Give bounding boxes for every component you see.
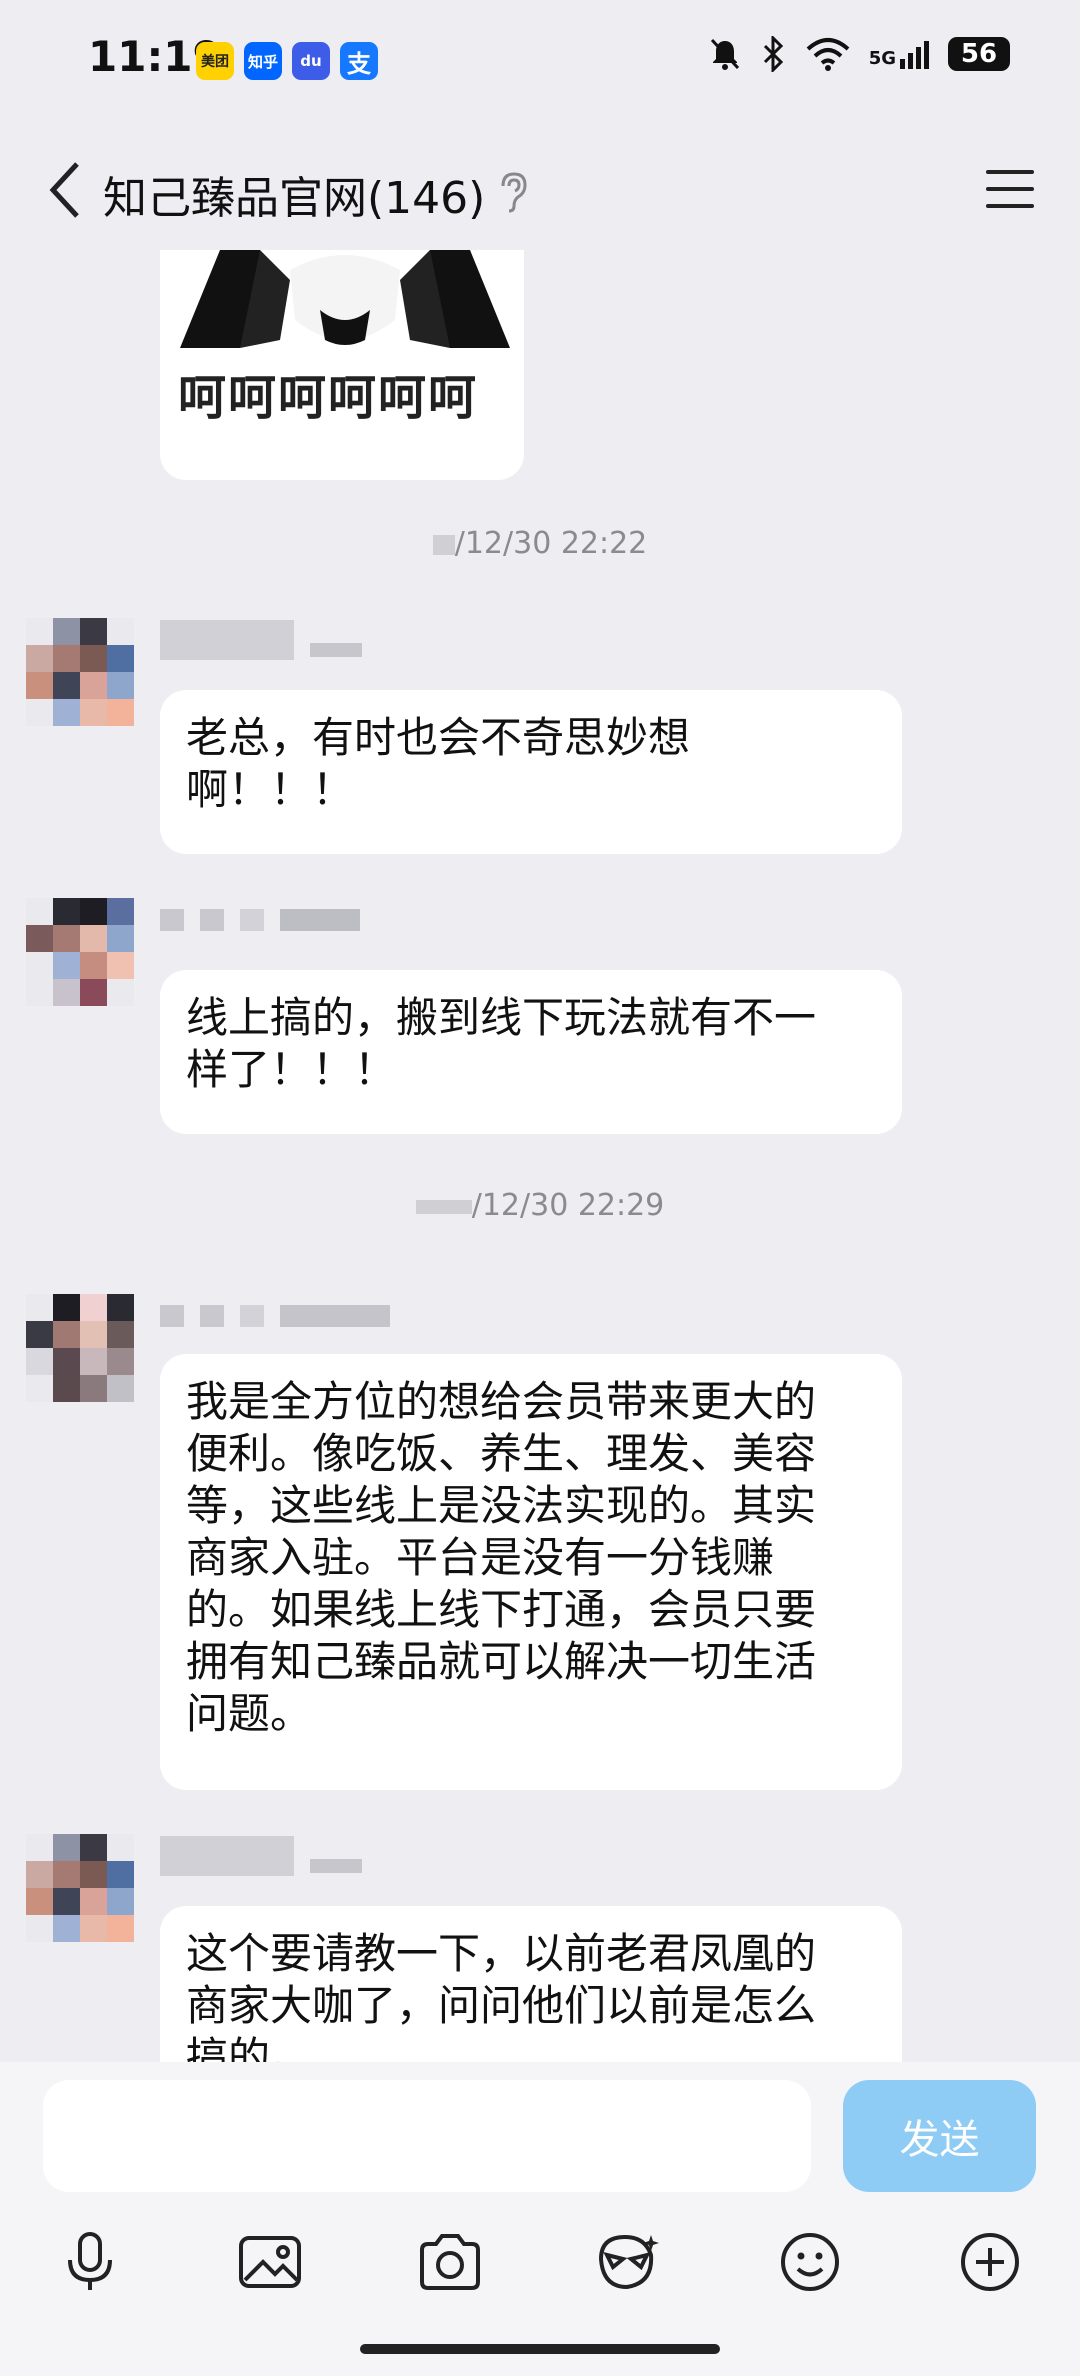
camera-icon bbox=[420, 2234, 480, 2290]
sticker-button[interactable] bbox=[588, 2222, 668, 2302]
bluetooth-icon bbox=[763, 36, 783, 72]
plus-icon bbox=[961, 2233, 1019, 2291]
input-panel: 发送 bbox=[0, 2062, 1080, 2376]
image-icon bbox=[239, 2236, 301, 2288]
battery-icon: 56 bbox=[948, 37, 1010, 71]
baidu-icon: du bbox=[292, 42, 330, 80]
send-button[interactable]: 发送 bbox=[843, 2080, 1036, 2192]
message-bubble[interactable]: 我是全方位的想给会员带来更大的 便利。像吃饭、养生、理发、美容 等，这些线上是没… bbox=[160, 1354, 902, 1790]
chat-title[interactable]: 知己臻品官网(146) bbox=[103, 162, 485, 226]
sticker-icon bbox=[598, 2234, 659, 2290]
timestamp-text: /12/30 22:29 bbox=[471, 1188, 665, 1223]
timestamp-text: /12/30 22:22 bbox=[454, 526, 648, 561]
blurred-date bbox=[415, 1199, 472, 1214]
message-input[interactable] bbox=[43, 2080, 811, 2192]
ear-icon[interactable] bbox=[495, 170, 531, 214]
system-status: 5G 56 bbox=[707, 36, 1010, 72]
home-indicator[interactable] bbox=[360, 2344, 720, 2354]
avatar[interactable] bbox=[26, 898, 134, 1006]
chat-header: 知己臻品官网(146) bbox=[0, 130, 1080, 250]
camera-button[interactable] bbox=[410, 2222, 490, 2302]
notification-icons: 美团 知乎 du 支 bbox=[196, 42, 378, 80]
sticker-caption: 呵呵呵呵呵呵 bbox=[178, 370, 479, 426]
zhihu-icon: 知乎 bbox=[244, 42, 282, 80]
emoji-icon bbox=[781, 2233, 839, 2291]
signal-icon: 5G bbox=[869, 39, 930, 69]
panda-meme-image bbox=[180, 250, 510, 348]
sender-name-blurred bbox=[160, 1834, 362, 1878]
meituan-icon: 美团 bbox=[196, 42, 234, 80]
chevron-left-icon bbox=[49, 162, 79, 218]
mute-bell-icon bbox=[710, 38, 739, 70]
timestamp: /12/30 22:29 bbox=[0, 1188, 1080, 1223]
sender-name-blurred bbox=[160, 618, 362, 662]
network-type: 5G bbox=[868, 48, 896, 69]
sender-name-blurred bbox=[160, 1294, 390, 1338]
alipay-icon: 支 bbox=[340, 42, 378, 80]
hamburger-icon bbox=[986, 170, 1034, 208]
input-toolbar bbox=[0, 2222, 1080, 2322]
avatar[interactable] bbox=[26, 1834, 134, 1942]
more-button[interactable] bbox=[950, 2222, 1030, 2302]
wifi-icon bbox=[806, 38, 850, 71]
chat-list[interactable]: 呵呵呵呵呵呵 /12/30 22:22 老总，有时也会不奇思妙想 啊！！！ 线上… bbox=[0, 250, 1080, 2062]
message-bubble[interactable]: 老总，有时也会不奇思妙想 啊！！！ bbox=[160, 690, 902, 854]
blurred-date bbox=[432, 534, 455, 555]
sticker-message[interactable]: 呵呵呵呵呵呵 bbox=[160, 250, 524, 480]
avatar[interactable] bbox=[26, 618, 134, 726]
photo-button[interactable] bbox=[230, 2222, 310, 2302]
back-button[interactable] bbox=[36, 160, 92, 220]
mic-icon bbox=[68, 2232, 112, 2290]
message-bubble[interactable]: 线上搞的，搬到线下玩法就有不一 样了！！！ bbox=[160, 970, 902, 1134]
voice-button[interactable] bbox=[50, 2222, 130, 2302]
timestamp: /12/30 22:22 bbox=[0, 526, 1080, 561]
menu-button[interactable] bbox=[982, 164, 1038, 214]
sender-name-blurred bbox=[160, 898, 360, 942]
status-bar: 11:19 美团 知乎 du 支 5G 56 bbox=[0, 0, 1080, 120]
emoji-button[interactable] bbox=[770, 2222, 850, 2302]
message-bubble[interactable]: 这个要请教一下，以前老君凤凰的 商家大咖了，问问他们以前是怎么 搞的。 bbox=[160, 1906, 902, 2062]
avatar[interactable] bbox=[26, 1294, 134, 1402]
